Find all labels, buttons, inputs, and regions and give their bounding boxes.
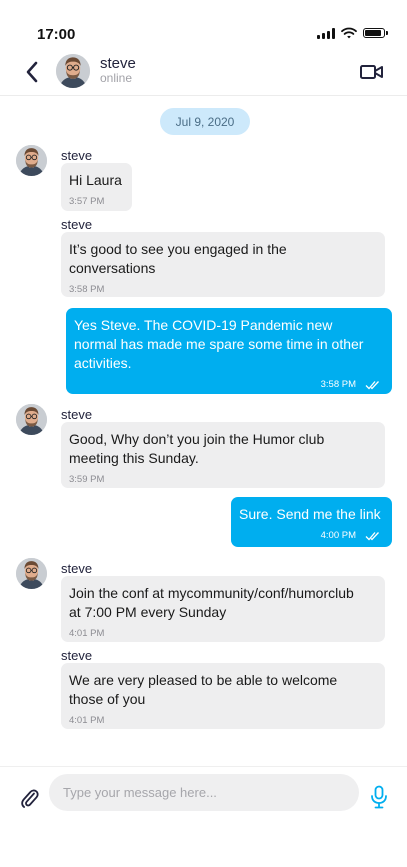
message-meta: 4:00 PM (239, 530, 382, 541)
message-input-wrapper (49, 774, 359, 811)
status-icons (317, 27, 388, 39)
message-bubble[interactable]: Good, Why don’t you join the Humor club … (61, 422, 385, 488)
message-bubble-outgoing[interactable]: Yes Steve. The COVID-19 Pandemic new nor… (66, 308, 392, 394)
message-text: Join the conf at mycommunity/conf/humorc… (69, 585, 354, 620)
avatar[interactable] (16, 145, 47, 176)
sender-name: steve (61, 561, 93, 576)
message-time: 3:57 PM (69, 196, 105, 207)
message-time: 3:58 PM (320, 379, 356, 390)
status-time: 17:00 (37, 26, 76, 43)
double-check-icon (365, 380, 382, 390)
message-bubble[interactable]: Hi Laura 3:57 PM (61, 163, 132, 211)
date-separator: Jul 9, 2020 (160, 108, 250, 135)
message-text: Yes Steve. The COVID-19 Pandemic new nor… (74, 317, 364, 371)
message-meta: 3:58 PM (74, 379, 382, 390)
message-text: Hi Laura (69, 172, 122, 188)
contact-name[interactable]: steve (100, 55, 136, 72)
message-text: We are very pleased to be able to welcom… (69, 672, 338, 707)
video-camera-icon[interactable] (359, 62, 385, 82)
message-input[interactable] (49, 774, 357, 811)
message-text: Good, Why don’t you join the Humor club … (69, 431, 325, 466)
message-time: 3:58 PM (69, 284, 105, 295)
message-time: 4:01 PM (69, 715, 105, 726)
message-composer (0, 766, 407, 837)
message-text: Sure. Send me the link (239, 506, 381, 522)
message-bubble-outgoing[interactable]: Sure. Send me the link 4:00 PM (231, 497, 392, 547)
avatar[interactable] (16, 558, 47, 589)
avatar[interactable] (16, 404, 47, 435)
message-time: 4:00 PM (320, 530, 356, 541)
message-time: 4:01 PM (69, 628, 105, 639)
message-bubble[interactable]: Join the conf at mycommunity/conf/humorc… (61, 576, 385, 642)
wifi-icon (341, 27, 357, 39)
chevron-left-icon[interactable] (22, 60, 42, 84)
message-bubble[interactable]: It’s good to see you engaged in the conv… (61, 232, 385, 297)
sender-name: steve (61, 648, 93, 663)
microphone-icon[interactable] (370, 785, 388, 809)
sender-name: steve (61, 217, 93, 232)
contact-status: online (100, 71, 133, 85)
contact-avatar[interactable] (56, 54, 90, 88)
sender-name: steve (61, 407, 93, 422)
message-text: It’s good to see you engaged in the conv… (69, 241, 287, 276)
chat-header: steve online (0, 50, 407, 96)
paperclip-icon[interactable] (21, 788, 39, 810)
battery-icon (363, 28, 388, 38)
status-bar: 17:00 (0, 0, 407, 50)
message-time: 3:59 PM (69, 474, 105, 485)
double-check-icon (365, 531, 382, 541)
message-bubble[interactable]: We are very pleased to be able to welcom… (61, 663, 385, 729)
signal-icon (317, 27, 335, 39)
sender-name: steve (61, 148, 93, 163)
